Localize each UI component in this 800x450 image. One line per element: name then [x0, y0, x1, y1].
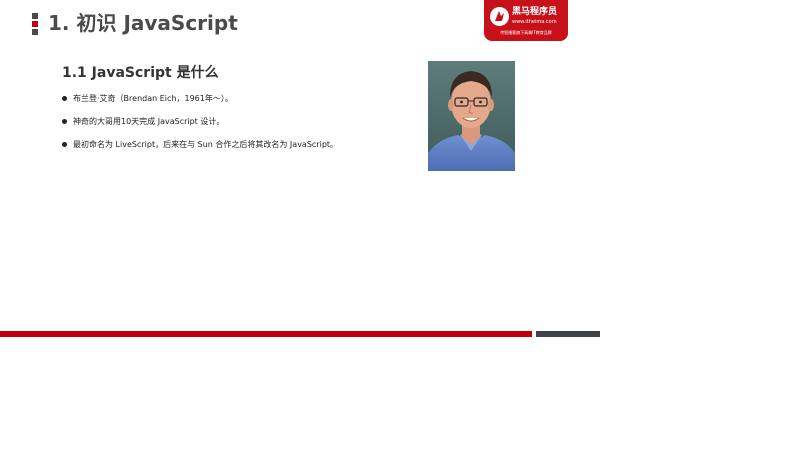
footer-gray-bar — [536, 331, 600, 337]
footer-red-bar — [0, 331, 532, 337]
bullet-dot-icon — [62, 142, 67, 147]
section-title: 1.1 JavaScript 是什么 — [62, 65, 219, 81]
bullet-dot-icon — [62, 96, 67, 101]
brand-logo: 黑马程序员 www.itheima.com 传智播客旗下高端IT教育品牌 — [484, 0, 568, 41]
itheima-logo-icon — [490, 7, 509, 26]
logo-name: 黑马程序员 — [512, 7, 558, 17]
section-marker-icon — [32, 13, 38, 35]
list-item-text: 最初命名为 LiveScript，后来在与 Sun 合作之后将其改名为 Java… — [73, 140, 339, 149]
page-title: 1. 初识 JavaScript — [48, 11, 238, 35]
logo-url: www.itheima.com — [512, 19, 557, 25]
slide: 1. 初识 JavaScript 黑马程序员 www.itheima.com 传… — [0, 0, 800, 450]
portrait-photo — [428, 61, 515, 171]
list-item-text: 布兰登·艾奇（Brendan Eich，1961年～）。 — [73, 94, 233, 103]
list-item: 最初命名为 LiveScript，后来在与 Sun 合作之后将其改名为 Java… — [62, 138, 338, 161]
list-item: 神奇的大哥用10天完成 JavaScript 设计。 — [62, 115, 338, 138]
bullet-list: 布兰登·艾奇（Brendan Eich，1961年～）。 神奇的大哥用10天完成… — [62, 92, 338, 161]
bullet-dot-icon — [62, 119, 67, 124]
logo-slogan: 传智播客旗下高端IT教育品牌 — [500, 30, 552, 35]
list-item-text: 神奇的大哥用10天完成 JavaScript 设计。 — [73, 117, 225, 126]
list-item: 布兰登·艾奇（Brendan Eich，1961年～）。 — [62, 92, 338, 115]
